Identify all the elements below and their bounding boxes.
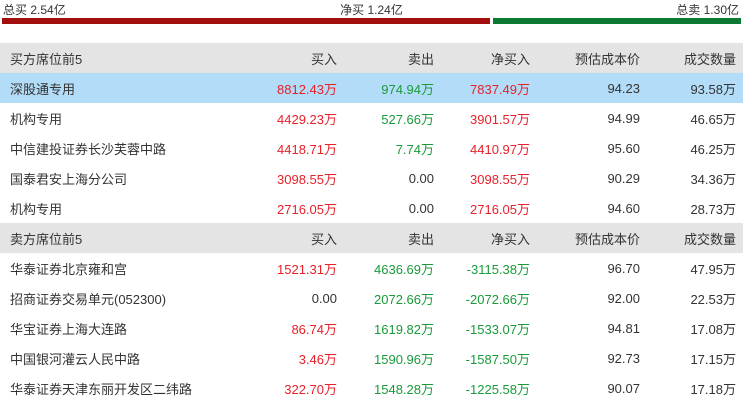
- buyer-header-cost[interactable]: 预估成本价: [530, 49, 640, 68]
- seller-cell-cost: 90.07: [607, 380, 640, 396]
- buyer-cell-cost: 94.99: [607, 110, 640, 126]
- seller-header-name[interactable]: 卖方席位前5: [0, 229, 240, 248]
- seller-header-buy[interactable]: 买入: [240, 229, 337, 248]
- seller-cell-net: -1225.58万: [465, 381, 530, 397]
- seller-row[interactable]: 华宝证券上海大连路 86.74万 1619.82万 -1533.07万 94.81 17.…: [0, 313, 743, 343]
- seller-cell-net: -3115.38万: [466, 261, 530, 277]
- seller-row[interactable]: 招商证券交易单元(052300) 0.00 2072.66万 -2072.66万 92.…: [0, 283, 743, 313]
- seller-cell-sell: 1548.28万: [374, 381, 434, 397]
- seller-cell-cost: 92.73: [607, 350, 640, 366]
- buyer-header-net[interactable]: 净买入: [434, 49, 530, 68]
- seller-cell-cost: 94.81: [607, 320, 640, 336]
- buyer-cell-buy: 2716.05万: [277, 201, 337, 217]
- summary-labels: 总买 2.54亿 净买 1.24亿 总卖 1.30亿: [0, 0, 743, 18]
- buyer-cell-name[interactable]: 中信建投证券长沙芙蓉中路: [0, 139, 240, 158]
- buyer-cell-net: 2716.05万: [470, 201, 530, 217]
- seller-cell-sell: 2072.66万: [374, 291, 434, 307]
- buyer-cell-net: 3901.57万: [470, 111, 530, 127]
- seller-cell-volume: 17.08万: [690, 321, 736, 337]
- seller-cell-name[interactable]: 华泰证券天津东丽开发区二纬路: [0, 379, 240, 398]
- buyer-cell-volume: 46.65万: [690, 111, 736, 127]
- total-sell-label: 总卖 1.30亿: [676, 3, 739, 17]
- seller-header-sell[interactable]: 卖出: [337, 229, 434, 248]
- seller-header-volume[interactable]: 成交数量: [640, 229, 736, 248]
- buyer-cell-name[interactable]: 机构专用: [0, 109, 240, 128]
- seller-cell-sell: 4636.69万: [374, 261, 434, 277]
- buyer-cell-net: 3098.55万: [470, 171, 530, 187]
- buyer-cell-volume: 34.36万: [690, 171, 736, 187]
- seller-cell-name[interactable]: 华宝证券上海大连路: [0, 319, 240, 338]
- buyer-cell-cost: 95.60: [607, 140, 640, 156]
- buyer-header-name[interactable]: 买方席位前5: [0, 49, 240, 68]
- seller-cell-net: -1587.50万: [465, 351, 530, 367]
- buyer-cell-sell: 0.00: [408, 170, 434, 186]
- seller-header-cost[interactable]: 预估成本价: [530, 229, 640, 248]
- buyer-cell-name[interactable]: 国泰君安上海分公司: [0, 169, 240, 188]
- buyer-header-volume[interactable]: 成交数量: [640, 49, 736, 68]
- buyer-cell-cost: 94.60: [607, 200, 640, 216]
- buyer-row[interactable]: 机构专用 2716.05万 0.00 2716.05万 94.60 28.73万: [0, 193, 743, 223]
- seller-cell-buy: 3.46万: [298, 351, 337, 367]
- seller-row[interactable]: 中国银河灌云人民中路 3.46万 1590.96万 -1587.50万 92.73 17.…: [0, 343, 743, 373]
- seller-cell-volume: 22.53万: [690, 291, 736, 307]
- seller-cell-volume: 17.15万: [690, 351, 736, 367]
- buyer-cell-name[interactable]: 机构专用: [0, 199, 240, 218]
- sell-bar-segment: [493, 18, 741, 24]
- seller-cell-name[interactable]: 中国银河灌云人民中路: [0, 349, 240, 368]
- seller-header-net[interactable]: 净买入: [434, 229, 530, 248]
- seller-cell-sell: 1619.82万: [374, 321, 434, 337]
- buyer-cell-volume: 46.25万: [690, 141, 736, 157]
- buyer-header: 买方席位前5 买入 卖出 净买入 预估成本价 成交数量: [0, 43, 743, 73]
- seller-cell-buy: 86.74万: [291, 321, 337, 337]
- buyer-cell-volume: 28.73万: [690, 201, 736, 217]
- seller-cell-volume: 47.95万: [690, 261, 736, 277]
- buyer-cell-volume: 93.58万: [690, 81, 736, 97]
- buyer-cell-sell: 527.66万: [381, 111, 434, 127]
- seller-cell-buy: 0.00: [311, 290, 337, 306]
- buyer-row[interactable]: 深股通专用 8812.43万 974.94万 7837.49万 94.23 93.58万: [0, 73, 743, 103]
- buyer-row[interactable]: 中信建投证券长沙芙蓉中路 4418.71万 7.74万 4410.97万 95.60 46…: [0, 133, 743, 163]
- buyer-cell-sell: 0.00: [408, 200, 434, 216]
- buyer-header-buy[interactable]: 买入: [240, 49, 337, 68]
- seller-cell-buy: 322.70万: [284, 381, 337, 397]
- seller-cell-cost: 96.70: [607, 260, 640, 276]
- buyer-header-sell[interactable]: 卖出: [337, 49, 434, 68]
- seller-cell-cost: 92.00: [607, 290, 640, 306]
- buyer-row[interactable]: 机构专用 4429.23万 527.66万 3901.57万 94.99 46.65万: [0, 103, 743, 133]
- seller-cell-name[interactable]: 招商证券交易单元(052300): [0, 289, 240, 308]
- seller-cell-volume: 17.18万: [690, 381, 736, 397]
- seller-row[interactable]: 华泰证券北京雍和宫 1521.31万 4636.69万 -3115.38万 96.70 4…: [0, 253, 743, 283]
- buyer-cell-cost: 90.29: [607, 170, 640, 186]
- buy-sell-ratio-bar: [2, 18, 741, 24]
- seller-cell-sell: 1590.96万: [374, 351, 434, 367]
- buyer-cell-name[interactable]: 深股通专用: [0, 79, 240, 98]
- seller-cell-name[interactable]: 华泰证券北京雍和宫: [0, 259, 240, 278]
- buyer-cell-net: 7837.49万: [470, 81, 530, 97]
- buyer-cell-net: 4410.97万: [470, 141, 530, 157]
- seat-table: 买方席位前5 买入 卖出 净买入 预估成本价 成交数量 深股通专用 8812.43万 974.9…: [0, 43, 743, 403]
- net-buy-label: 净买 1.24亿: [340, 3, 403, 17]
- buyer-cell-cost: 94.23: [607, 80, 640, 96]
- buy-bar-segment: [2, 18, 491, 24]
- seller-header: 卖方席位前5 买入 卖出 净买入 预估成本价 成交数量: [0, 223, 743, 253]
- seller-cell-buy: 1521.31万: [277, 261, 337, 277]
- buyer-cell-sell: 974.94万: [381, 81, 434, 97]
- buyer-cell-buy: 3098.55万: [277, 171, 337, 187]
- buyer-row[interactable]: 国泰君安上海分公司 3098.55万 0.00 3098.55万 90.29 34.36万: [0, 163, 743, 193]
- buyer-cell-buy: 8812.43万: [277, 81, 337, 97]
- seller-cell-net: -2072.66万: [465, 291, 530, 307]
- seller-cell-net: -1533.07万: [465, 321, 530, 337]
- seller-row[interactable]: 华泰证券天津东丽开发区二纬路 322.70万 1548.28万 -1225.58万 90…: [0, 373, 743, 403]
- buyer-cell-buy: 4429.23万: [277, 111, 337, 127]
- buyer-cell-buy: 4418.71万: [277, 141, 337, 157]
- buyer-cell-sell: 7.74万: [395, 141, 434, 157]
